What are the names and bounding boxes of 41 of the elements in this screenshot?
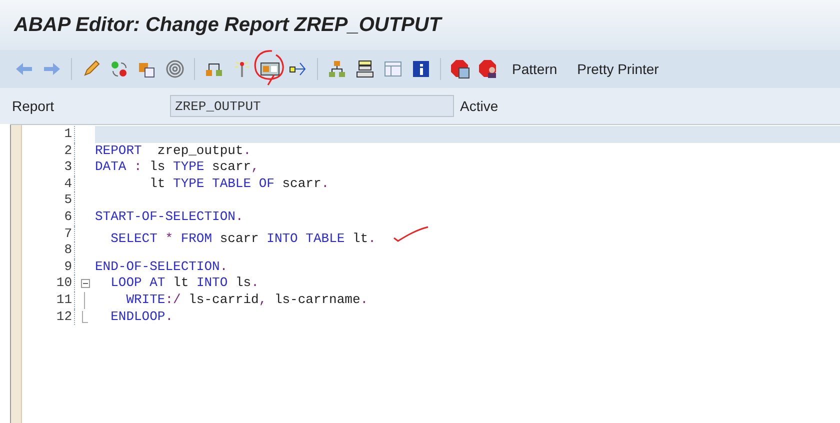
- stop-sign-icon: [450, 59, 470, 79]
- line-number: 12: [22, 308, 75, 326]
- line-number: 9: [22, 258, 75, 276]
- field-label: Report: [12, 98, 56, 114]
- code-line: ENDLOOP.: [110, 308, 174, 326]
- code-line: END-OF-SELECTION.: [95, 258, 229, 276]
- code-line: LOOP AT lt INTO ls.: [110, 275, 260, 292]
- code-line: START-OF-SELECTION.: [95, 208, 244, 226]
- info-icon: [411, 59, 431, 79]
- report-name-field[interactable]: ZREP_OUTPUT: [170, 95, 454, 117]
- line-number: 2: [22, 142, 75, 160]
- spiral-icon: [165, 59, 185, 79]
- line-number: 6: [22, 208, 75, 226]
- code-line: SELECT * FROM scarr INTO TABLE lt.: [95, 226, 840, 242]
- line-number: 7: [22, 226, 75, 242]
- collapse-icon[interactable]: [80, 279, 90, 288]
- fold-end-line: [82, 310, 88, 323]
- table-icon: [383, 59, 403, 79]
- toolbar-text-button[interactable]: Pretty Printer: [569, 61, 667, 77]
- line-number: 10: [22, 275, 75, 292]
- toolbar-text-button[interactable]: Pattern: [504, 61, 566, 77]
- stack-icon: [355, 59, 375, 79]
- toolbar-button[interactable]: [448, 57, 472, 81]
- line-number: 1: [22, 126, 75, 143]
- line-number: 5: [22, 192, 75, 209]
- stop-sign-person-icon: [478, 59, 498, 79]
- line-number: 11: [22, 292, 75, 309]
- tree-icon: [327, 59, 347, 79]
- window-title: ABAP Editor: Change Report ZREP_OUTPUT: [14, 14, 442, 36]
- line-number: 3: [22, 159, 75, 176]
- line-number: 4: [22, 176, 75, 192]
- pencil-icon: [81, 59, 101, 79]
- marker-icon: [232, 59, 252, 79]
- fold-line: [84, 292, 86, 309]
- code-line: DATA : ls TYPE scarr,: [95, 159, 260, 176]
- code-line: WRITE:/ ls-carrid, ls-carrname.: [125, 292, 370, 309]
- code-line: REPORT zrep_output.: [95, 142, 252, 160]
- code-line: lt TYPE TABLE OF scarr.: [148, 176, 330, 192]
- status-text: Active: [460, 98, 498, 114]
- line-number: 8: [22, 242, 75, 259]
- dots-icon: [109, 59, 129, 79]
